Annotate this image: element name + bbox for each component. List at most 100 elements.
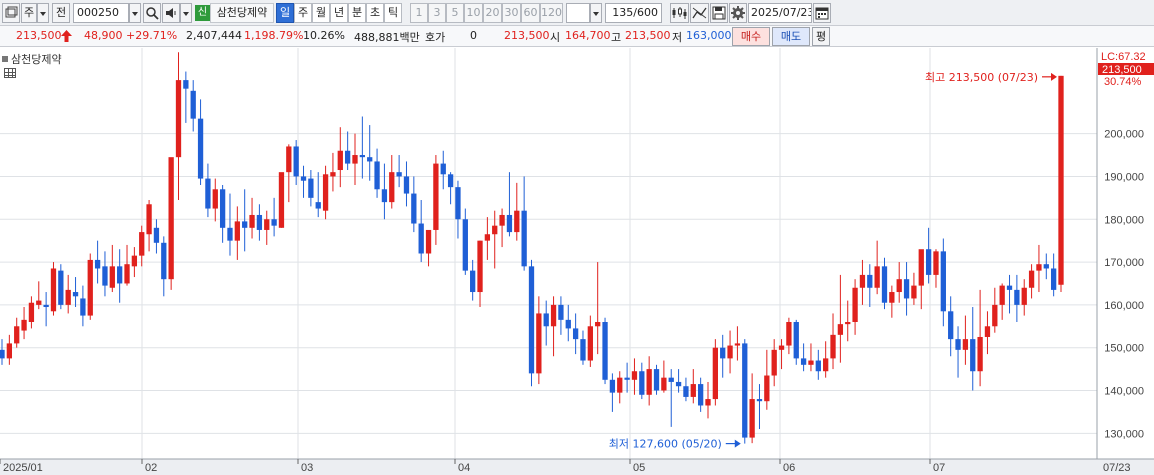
tab-interval-20[interactable]: 20 — [483, 3, 502, 23]
date-input[interactable]: 2025/07/23 — [748, 3, 812, 23]
chart-canvas[interactable]: 130,000 140,000 150,000 160,000 170,000 180,0… — [0, 48, 1154, 475]
grid-toggle-icon[interactable] — [4, 68, 16, 78]
candle-body — [1058, 75, 1064, 285]
candle-body — [565, 319, 571, 329]
tab-interval-120[interactable]: 120 — [540, 3, 563, 23]
candle-body — [558, 304, 564, 320]
tab-period-2[interactable]: 월 — [312, 3, 330, 23]
candle-body — [837, 324, 844, 335]
x-tick-label: 05 — [633, 462, 645, 474]
candle-body — [190, 90, 196, 119]
search-icon[interactable] — [143, 3, 161, 23]
candle-body — [521, 210, 527, 267]
up-arrow-icon — [61, 30, 72, 42]
candle-body — [72, 292, 79, 297]
candle-body — [506, 214, 513, 233]
y-tick-label: 130,000 — [1104, 428, 1144, 440]
settings-gear-icon[interactable] — [729, 3, 747, 23]
candle-body — [175, 80, 182, 158]
candle-body — [315, 202, 321, 209]
legend-label: 삼천당제약 — [11, 53, 62, 66]
candle-body — [617, 377, 623, 393]
candle-body — [102, 266, 108, 286]
candle-body — [955, 339, 961, 350]
x-tick-label: 02 — [145, 462, 157, 474]
tab-interval-1[interactable]: 1 — [410, 3, 428, 23]
candle-body — [28, 302, 35, 322]
tab-period-3[interactable]: 년 — [330, 3, 348, 23]
hoga-price: 213,500 — [504, 29, 550, 42]
hoga-value: 0 — [470, 29, 477, 42]
save-icon[interactable] — [710, 3, 728, 23]
tab-period-6[interactable]: 틱 — [384, 3, 402, 23]
candle-body — [705, 399, 711, 406]
candle-body — [911, 285, 917, 299]
candle-body — [970, 339, 976, 372]
candle-body — [977, 336, 983, 372]
candle-body — [418, 223, 424, 254]
tab-interval-30[interactable]: 30 — [502, 3, 521, 23]
candle-body — [800, 358, 807, 365]
x-tick-label: 06 — [783, 462, 795, 474]
tab-period-4[interactable]: 분 — [348, 3, 366, 23]
x-tick-label: 04 — [458, 462, 470, 474]
candle-body — [0, 349, 5, 359]
candle-body — [21, 319, 27, 331]
candle-body — [337, 150, 343, 171]
candle-body — [249, 214, 255, 228]
candle-body — [1036, 264, 1042, 271]
candle-body — [962, 339, 969, 350]
candle-body — [65, 289, 71, 305]
x-tick-label: 2025/01 — [3, 462, 43, 474]
candle-body — [830, 334, 836, 359]
tab-interval-60[interactable]: 60 — [521, 3, 540, 23]
chart-tool-icon[interactable] — [670, 3, 689, 23]
candle-body — [153, 227, 160, 243]
candle-body — [845, 322, 851, 325]
chart-toolbar: 주 전 000250 신 삼천당제약 135/600 2025/07/23 일주… — [0, 0, 1154, 26]
candlestick-chart[interactable]: 130,000 140,000 150,000 160,000 170,000 180,0… — [0, 48, 1154, 475]
candle-body — [712, 347, 719, 400]
average-button[interactable]: 평 — [812, 27, 830, 46]
high-label: 고 — [611, 31, 622, 44]
period-type-select[interactable]: 주 — [21, 3, 37, 23]
speaker-dropdown-icon[interactable] — [180, 3, 192, 23]
current-price: 213,500 — [16, 29, 62, 42]
tab-interval-10[interactable]: 10 — [464, 3, 483, 23]
period-type-dropdown-icon[interactable] — [37, 3, 49, 23]
candle-body — [999, 285, 1005, 305]
candle-body — [117, 266, 123, 284]
stock-code-dropdown-icon[interactable] — [129, 3, 141, 23]
tab-period-5[interactable]: 초 — [366, 3, 384, 23]
candle-body — [874, 266, 880, 288]
candle-body — [933, 251, 939, 275]
candle-body — [205, 178, 211, 209]
tab-interval-5[interactable]: 5 — [446, 3, 464, 23]
custom-interval-dropdown-icon[interactable] — [590, 3, 602, 23]
candle-body — [697, 384, 704, 406]
tab-interval-3[interactable]: 3 — [428, 3, 446, 23]
y-tick-label: 150,000 — [1104, 343, 1144, 355]
speaker-icon[interactable] — [162, 3, 180, 23]
candle-body — [367, 157, 373, 162]
line-tool-icon[interactable] — [690, 3, 709, 23]
y-tick-label: 200,000 — [1104, 129, 1144, 141]
stock-code-input[interactable]: 000250 — [73, 3, 129, 23]
sell-button[interactable]: 매도 — [772, 27, 810, 46]
candle-body — [852, 287, 858, 322]
window-restore-icon[interactable] — [2, 3, 20, 23]
buy-button[interactable]: 매수 — [732, 27, 770, 46]
calendar-icon[interactable] — [813, 3, 831, 23]
y-tick-label: 140,000 — [1104, 386, 1144, 398]
y-tick-label: 190,000 — [1104, 171, 1144, 183]
tab-period-0[interactable]: 일 — [276, 3, 294, 23]
candle-body — [742, 343, 748, 438]
candle-body — [411, 193, 417, 224]
candle-body — [183, 80, 189, 89]
prev-button[interactable]: 전 — [52, 3, 70, 23]
candle-body — [139, 232, 145, 256]
candle-body — [308, 178, 314, 198]
tab-period-1[interactable]: 주 — [294, 3, 312, 23]
candle-body — [1014, 289, 1020, 305]
custom-interval-input[interactable] — [566, 3, 590, 23]
